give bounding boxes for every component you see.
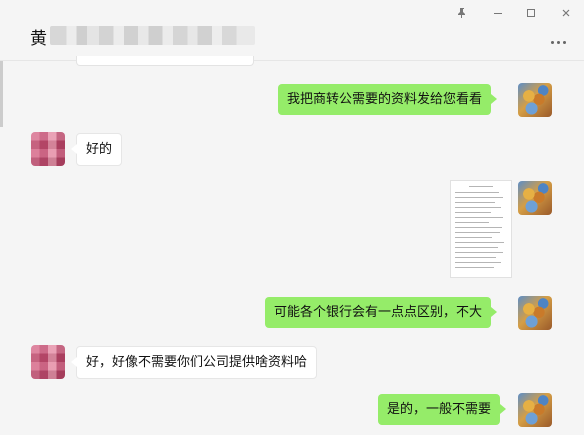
pin-button[interactable] — [446, 0, 478, 26]
close-icon — [562, 9, 570, 17]
message-bubble-incoming[interactable]: 好，好像不需要你们公司提供啥资料哈 — [70, 346, 318, 379]
pin-icon — [458, 8, 465, 18]
message-bubble-outgoing[interactable]: 我把商转公需要的资料发给您看看 — [278, 84, 498, 115]
maximize-icon — [527, 9, 535, 17]
more-dot-icon — [550, 40, 554, 44]
contact-avatar[interactable] — [31, 132, 65, 166]
message-bubble-outgoing[interactable]: 是的，一般不需要 — [378, 394, 507, 425]
message-bubble-outgoing[interactable]: 可能各个银行会有一点点区别，不大 — [265, 297, 498, 328]
more-options-button[interactable] — [548, 34, 568, 50]
my-avatar[interactable] — [518, 181, 552, 215]
maximize-button[interactable] — [515, 0, 547, 26]
chat-window: 黄 我把商转公需要的资料发给您看看 好的 可能各个银行会有一点点区别，不大 好，… — [0, 0, 584, 435]
chat-header: 黄 — [0, 0, 584, 61]
minimize-icon — [494, 13, 502, 14]
chat-scrollbar-thumb[interactable] — [0, 61, 3, 127]
more-dot-icon — [556, 40, 560, 44]
document-image-message[interactable] — [450, 180, 512, 278]
previous-message-bubble-partial — [76, 56, 254, 66]
contact-avatar[interactable] — [31, 345, 65, 379]
blurred-contact-name — [50, 26, 255, 45]
message-bubble-incoming[interactable]: 好的 — [70, 133, 123, 166]
close-button[interactable] — [550, 0, 582, 26]
more-dot-icon — [562, 40, 566, 44]
minimize-button[interactable] — [482, 0, 514, 26]
chat-title: 黄 — [30, 29, 47, 49]
my-avatar[interactable] — [518, 83, 552, 117]
my-avatar[interactable] — [518, 393, 552, 427]
my-avatar[interactable] — [518, 296, 552, 330]
